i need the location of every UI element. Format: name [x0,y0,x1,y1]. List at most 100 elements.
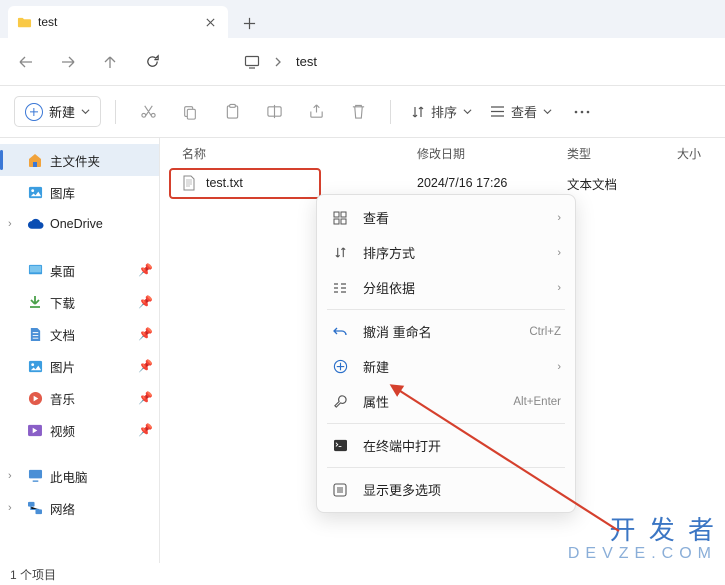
tab-title: test [38,15,196,29]
ctx-label: 查看 [363,208,543,227]
new-button-label: 新建 [49,102,75,121]
view-button[interactable]: 查看 [484,99,558,124]
terminal-icon [331,437,349,455]
more-options-icon [331,481,349,499]
desktop-icon [26,261,44,279]
sidebar-label: OneDrive [50,217,153,231]
pc-icon [26,467,44,485]
new-button[interactable]: 新建 [14,96,101,127]
cloud-icon [26,215,44,233]
toolbar: 新建 排序 查看 [0,86,725,138]
folder-icon [16,14,32,30]
rename-button[interactable] [256,94,292,130]
sidebar-item-onedrive[interactable]: › OneDrive [0,208,159,240]
sort-button[interactable]: 排序 [405,99,478,124]
sidebar-item-downloads[interactable]: 下载 📌 [0,286,159,318]
ctx-sort[interactable]: 排序方式 › [317,235,575,270]
status-bar: 1 个项目 [0,563,725,585]
chevron-right-icon: › [8,470,20,482]
ctx-label: 撤消 重命名 [363,322,515,341]
gallery-icon [26,183,44,201]
sidebar-item-music[interactable]: 音乐 📌 [0,382,159,414]
delete-button[interactable] [340,94,376,130]
music-icon [26,389,44,407]
pin-icon: 📌 [138,263,153,277]
plus-circle-icon [331,358,349,376]
column-header-type[interactable]: 类型 [567,145,677,162]
ctx-properties[interactable]: 属性 Alt+Enter [317,384,575,419]
address-bar[interactable]: test [244,54,317,70]
sidebar-item-documents[interactable]: 文档 📌 [0,318,159,350]
tab-bar: test [0,0,725,38]
ctx-label: 属性 [363,392,499,411]
pin-icon: 📌 [138,327,153,341]
divider [115,100,116,124]
back-button[interactable] [16,52,36,72]
chevron-down-icon [543,107,552,116]
text-file-icon [182,175,198,191]
pin-icon: 📌 [138,391,153,405]
ctx-label: 新建 [363,357,543,376]
column-headers: 名称 修改日期 类型 大小 [160,138,725,168]
plus-circle-icon [25,103,43,121]
pictures-icon [26,357,44,375]
ctx-more[interactable]: 显示更多选项 [317,472,575,507]
chevron-down-icon [81,107,90,116]
undo-icon [331,323,349,341]
column-header-date[interactable]: 修改日期 [417,145,567,162]
ctx-undo[interactable]: 撤消 重命名 Ctrl+Z [317,314,575,349]
sidebar-item-gallery[interactable]: 图库 [0,176,159,208]
address-segment[interactable]: test [296,54,317,69]
divider [327,309,565,310]
chevron-right-icon: › [8,502,20,514]
share-button[interactable] [298,94,334,130]
sort-icon [411,105,425,119]
context-menu: 查看 › 排序方式 › 分组依据 › 撤消 重命名 Ctrl+Z 新建 › 属性… [316,194,576,513]
ctx-label: 显示更多选项 [363,480,561,499]
ctx-terminal[interactable]: 在终端中打开 [317,428,575,463]
monitor-icon [244,54,260,70]
sidebar-item-network[interactable]: › 网络 [0,492,159,524]
sidebar-item-thispc[interactable]: › 此电脑 [0,460,159,492]
copy-button[interactable] [172,94,208,130]
list-icon [490,105,505,118]
column-header-size[interactable]: 大小 [677,145,725,162]
pin-icon: 📌 [138,295,153,309]
ctx-group[interactable]: 分组依据 › [317,270,575,305]
group-icon [331,279,349,297]
ctx-new[interactable]: 新建 › [317,349,575,384]
sidebar: 主文件夹 图库 › OneDrive 桌面 📌 下载 📌 文档 [0,138,160,563]
divider [327,423,565,424]
column-header-name[interactable]: 名称 [182,145,417,162]
ctx-shortcut: Ctrl+Z [529,326,561,338]
refresh-button[interactable] [142,52,162,72]
navigation-bar: test [0,38,725,86]
close-icon[interactable] [202,14,218,30]
tab-active[interactable]: test [8,6,228,38]
sidebar-label: 网络 [50,499,153,518]
file-type: 文本文档 [567,174,677,193]
sidebar-item-videos[interactable]: 视频 📌 [0,414,159,446]
ctx-label: 排序方式 [363,243,543,262]
forward-button[interactable] [58,52,78,72]
cut-button[interactable] [130,94,166,130]
home-icon [26,151,44,169]
sidebar-item-desktop[interactable]: 桌面 📌 [0,254,159,286]
ctx-view[interactable]: 查看 › [317,200,575,235]
sidebar-item-home[interactable]: 主文件夹 [0,144,159,176]
chevron-right-icon: › [557,247,561,259]
chevron-right-icon: › [557,361,561,373]
sidebar-item-pictures[interactable]: 图片 📌 [0,350,159,382]
sidebar-label: 下载 [50,293,132,312]
paste-button[interactable] [214,94,250,130]
ctx-label: 在终端中打开 [363,436,561,455]
file-name: test.txt [206,176,243,190]
status-text: 1 个项目 [10,566,56,583]
up-button[interactable] [100,52,120,72]
sidebar-label: 视频 [50,421,132,440]
new-tab-button[interactable] [234,8,264,38]
more-button[interactable] [564,94,600,130]
ctx-label: 分组依据 [363,278,543,297]
wrench-icon [331,393,349,411]
file-date: 2024/7/16 17:26 [417,176,567,190]
